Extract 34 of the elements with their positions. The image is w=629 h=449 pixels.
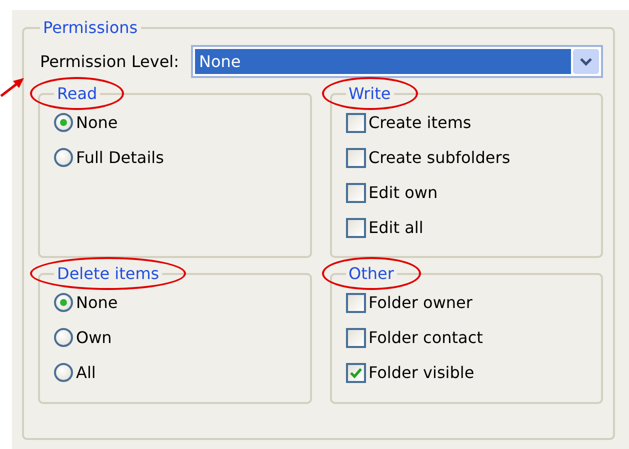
radio-button[interactable]	[54, 363, 73, 382]
option-label: Folder visible	[368, 363, 474, 382]
option-label: Create items	[368, 113, 472, 132]
checkbox[interactable]	[346, 148, 366, 168]
option-label: Folder owner	[368, 293, 472, 312]
checkbox[interactable]	[346, 182, 366, 202]
dropdown-button[interactable]	[573, 49, 599, 74]
option-label: Edit own	[368, 183, 438, 202]
option-label: Edit all	[368, 218, 424, 237]
checkbox[interactable]	[346, 292, 366, 312]
group-title: Permissions	[42, 18, 139, 37]
checkbox[interactable]	[346, 112, 366, 132]
checkbox[interactable]	[346, 218, 366, 238]
group-title: Read	[57, 84, 98, 103]
option-label: Folder contact	[368, 328, 483, 347]
checkbox[interactable]	[346, 362, 366, 382]
field-label: Permission Level:	[40, 52, 180, 71]
option-label: Own	[76, 328, 112, 347]
radio-button[interactable]	[54, 148, 73, 167]
option-label: All	[76, 363, 96, 382]
chevron-down-icon	[579, 56, 593, 66]
group-title: Delete items	[57, 264, 160, 283]
radio-button[interactable]	[54, 293, 73, 312]
permission-level-dropdown[interactable]: None	[191, 45, 603, 78]
option-label: Full Details	[76, 148, 164, 167]
group-title: Other	[348, 264, 394, 283]
option-label: None	[76, 113, 118, 132]
option-label: Create subfolders	[368, 148, 510, 167]
check-mark-icon	[348, 366, 362, 378]
radio-button[interactable]	[54, 113, 73, 132]
group-title: Write	[348, 84, 391, 103]
checkbox[interactable]	[346, 328, 366, 348]
option-label: None	[76, 293, 118, 312]
radio-button[interactable]	[54, 328, 73, 347]
